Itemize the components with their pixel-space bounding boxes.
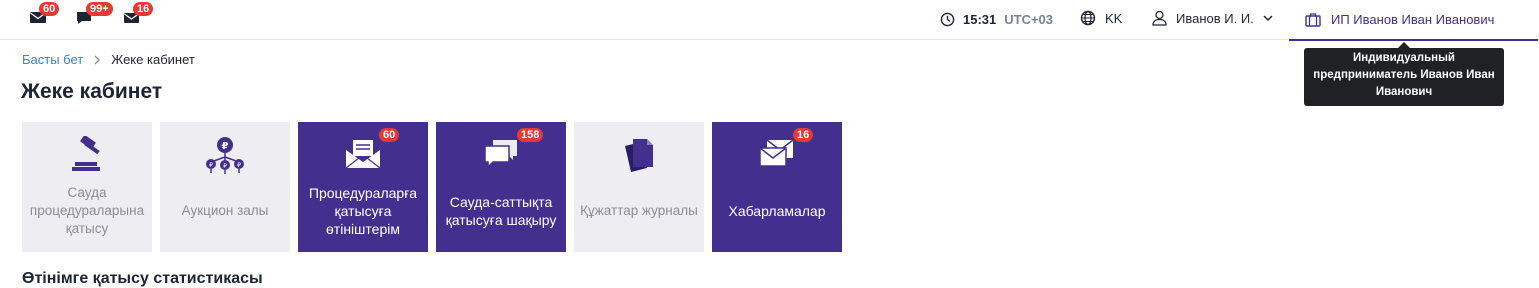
messages-badge: 16: [133, 2, 154, 16]
tile-badge: 16: [793, 128, 814, 142]
chat-bubbles-icon: [484, 140, 517, 169]
clock-icon: [940, 12, 955, 26]
timezone-label: UTC+03: [1004, 11, 1054, 27]
breadcrumb: Басты бет Жеке кабинет: [22, 52, 195, 67]
organization-selector[interactable]: ИП Иванов Иван Иванович: [1289, 0, 1538, 41]
chevron-down-icon: [1263, 15, 1273, 22]
tile-label: Аукцион залы: [181, 203, 269, 218]
language-label: KK: [1105, 10, 1123, 26]
svg-text:₽: ₽: [209, 162, 213, 169]
tile-messages[interactable]: 16 Хабарламалар: [712, 122, 842, 252]
svg-text:₽: ₽: [222, 141, 229, 152]
user-name: Иванов И. И.: [1176, 10, 1254, 26]
auction-coins-icon: ₽ ₽ ₽ ₽: [206, 137, 244, 174]
top-bar: 60 99+ 16 15:31 UTC+03 KK Иванов И. И. И…: [0, 0, 1539, 41]
tile-label: Хабарламалар: [728, 203, 826, 219]
dashboard-tiles: Сауда процедураларына қатысу ₽ ₽ ₽ ₽ Аук…: [22, 122, 842, 252]
breadcrumb-current: Жеке кабинет: [111, 52, 195, 67]
tile-my-applications[interactable]: 60 Процедураларға қатысуға өтініштерім: [298, 122, 428, 252]
tile-trading-procedures[interactable]: Сауда процедураларына қатысу: [22, 122, 152, 252]
chevron-right-icon: [93, 55, 101, 65]
tile-label: Процедураларға қатысуға өтініштерім: [308, 185, 418, 237]
messages-notifications-button[interactable]: 16: [123, 2, 154, 25]
breadcrumb-home-link[interactable]: Басты бет: [22, 52, 83, 67]
documents-icon: [625, 139, 653, 172]
tile-badge: 158: [517, 128, 544, 142]
tile-label: Құжаттар журналы: [580, 203, 698, 218]
tile-label: Сауда процедураларына қатысу: [29, 185, 145, 236]
chat-badge: 99+: [86, 2, 113, 16]
organization-name: ИП Иванов Иван Иванович: [1331, 12, 1495, 27]
svg-text:₽: ₽: [237, 162, 241, 169]
chat-notifications-button[interactable]: 99+: [76, 2, 113, 25]
mail-badge: 60: [39, 2, 60, 16]
organization-tooltip: Индивидуальный предприниматель Иванов Ив…: [1304, 42, 1504, 106]
tile-auction-hall[interactable]: ₽ ₽ ₽ ₽ Аукцион залы: [160, 122, 290, 252]
briefcase-icon: [1305, 13, 1321, 27]
messages-icon: [759, 139, 794, 167]
tile-invitations[interactable]: 158 Сауда-саттықта қатысуға шақыру: [436, 122, 566, 252]
page-title: Жеке кабинет: [21, 80, 163, 103]
globe-icon: [1080, 10, 1096, 26]
language-switcher[interactable]: KK: [1080, 10, 1122, 26]
tile-documents-journal[interactable]: Құжаттар журналы: [574, 122, 704, 252]
section-title: Өтінімге қатысу статистикасы: [22, 270, 263, 287]
gavel-icon: [72, 136, 100, 171]
letter-icon: [345, 140, 381, 169]
time-value: 15:31: [963, 11, 997, 27]
server-time: 15:31 UTC+03: [940, 10, 1053, 28]
svg-text:₽: ₽: [223, 163, 227, 170]
user-menu[interactable]: Иванов И. И.: [1152, 10, 1273, 26]
tile-badge: 60: [379, 128, 400, 142]
mail-notifications-button[interactable]: 60: [29, 2, 60, 25]
user-icon: [1152, 10, 1167, 26]
tile-label: Сауда-саттықта қатысуға шақыру: [445, 194, 557, 228]
